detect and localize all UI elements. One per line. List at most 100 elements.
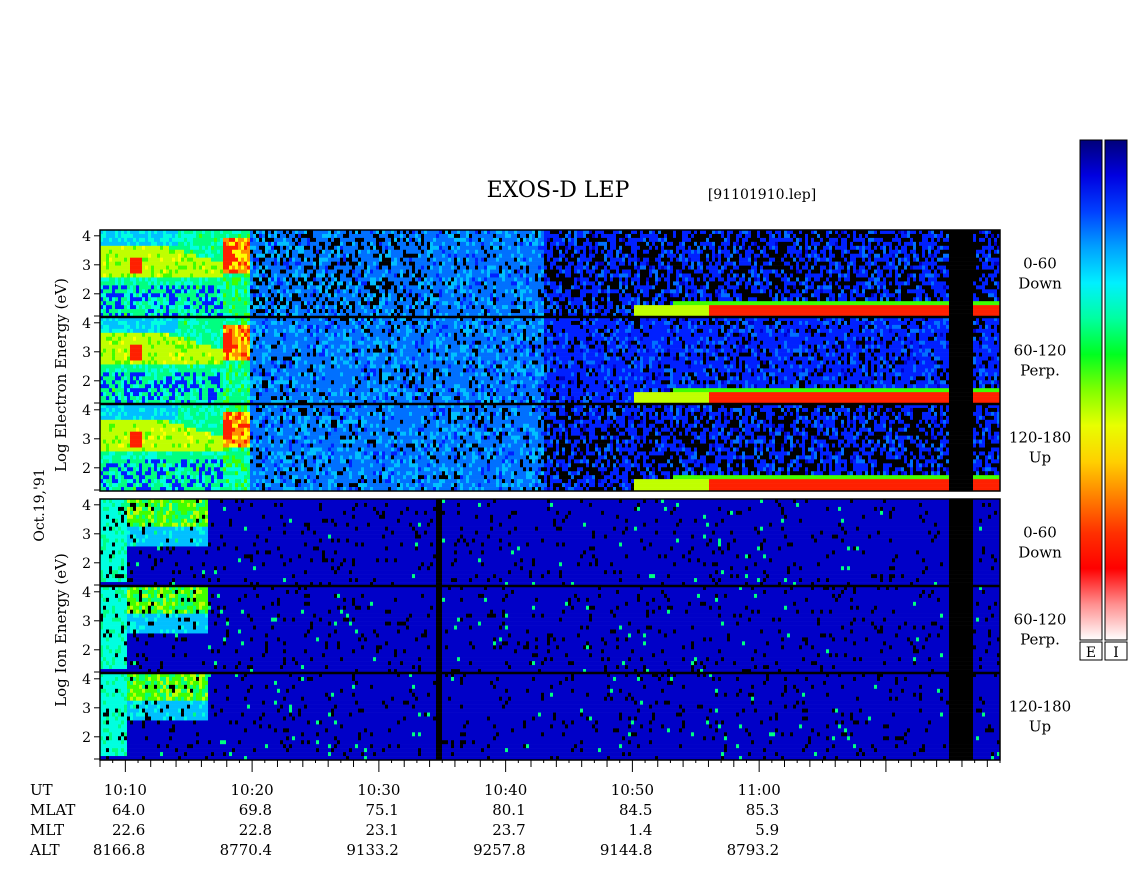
spectrogram-cell (118, 254, 121, 258)
spectrogram-cell (130, 246, 133, 250)
spectrogram-cell (229, 246, 232, 250)
spectrogram-cell (235, 258, 238, 262)
spectrogram-cell (295, 246, 298, 250)
spectrogram-cell (145, 285, 148, 289)
spectrogram-cell (268, 281, 271, 285)
spectrogram-cell (109, 301, 112, 305)
spectrogram-cell (253, 293, 256, 297)
spectrogram-cell (130, 277, 133, 281)
spectrogram-cell (229, 305, 232, 309)
spectrogram-cell (226, 293, 229, 297)
spectrogram-cell (286, 309, 289, 313)
spectrogram-cell (253, 285, 256, 289)
spectrogram-cell (124, 266, 127, 270)
spectrogram-cell (175, 277, 178, 281)
spectrogram-cell (268, 262, 271, 266)
spectrogram-cell (262, 250, 265, 254)
spectrogram-cell (118, 258, 121, 262)
spectrogram-cell (166, 285, 169, 289)
spectrogram-cell (178, 262, 181, 266)
spectrogram-cell (208, 293, 211, 297)
spectrogram-cell (262, 293, 265, 297)
spectrogram-cell (172, 246, 175, 250)
spectrogram-cell (220, 285, 223, 289)
spectrogram-cell (115, 274, 118, 278)
spectrogram-cell (166, 301, 169, 305)
spectrogram-cell (121, 277, 124, 281)
spectrogram-cell (238, 274, 241, 278)
spectrogram-cell (268, 234, 271, 238)
spectrogram-cell (124, 309, 127, 313)
spectrogram-cell (295, 238, 298, 242)
spectrogram-cell (226, 301, 229, 305)
spectrogram-cell (124, 297, 127, 301)
spectrogram-cell (163, 305, 166, 309)
spectrogram-cell (148, 234, 151, 238)
spectrogram-cell (208, 281, 211, 285)
spectrogram-cell (175, 262, 178, 266)
spectrogram-cell (205, 262, 208, 266)
spectrogram-cell (187, 242, 190, 246)
spectrogram-cell (166, 274, 169, 278)
spectrogram-cell (238, 234, 241, 238)
spectrogram-cell (184, 270, 187, 274)
spectrogram-cell (109, 266, 112, 270)
spectrogram-cell (217, 238, 220, 242)
spectrogram-cell (193, 262, 196, 266)
spectrogram-cell (247, 242, 250, 246)
spectrogram-cell (178, 238, 181, 242)
spectrogram-cell (295, 242, 298, 246)
spectrogram-cell (283, 305, 286, 309)
spectrogram-cell (118, 262, 121, 266)
spectrogram-cell (115, 293, 118, 297)
spectrogram-cell (106, 254, 109, 258)
spectrogram-cell (244, 238, 247, 242)
spectrogram-cell (226, 250, 229, 254)
spectrogram-cell (133, 250, 136, 254)
spectrogram-cell (199, 305, 202, 309)
spectrogram-cell (268, 238, 271, 242)
spectrogram-cell (247, 281, 250, 285)
spectrogram-cell (103, 254, 106, 258)
spectrogram-cell (115, 242, 118, 246)
spectrogram-cell (199, 238, 202, 242)
spectrogram-cell (241, 281, 244, 285)
spectrogram-cell (298, 234, 301, 238)
spectrogram-cell (148, 270, 151, 274)
spectrogram-cell (112, 293, 115, 297)
spectrogram-cell (106, 262, 109, 266)
spectrogram-cell (262, 297, 265, 301)
spectrogram-cell (145, 262, 148, 266)
spectrogram-cell (130, 285, 133, 289)
spectrogram-cell (169, 289, 172, 293)
spectrogram-cell (202, 274, 205, 278)
spectrogram-cell (268, 301, 271, 305)
spectrogram-cell (235, 305, 238, 309)
spectrogram-cell (145, 309, 148, 313)
spectrogram-cell (274, 258, 277, 262)
spectrogram-cell (136, 262, 139, 266)
spectrogram-cell (262, 246, 265, 250)
spectrogram-cell (136, 246, 139, 250)
spectrogram-cell (232, 277, 235, 281)
spectrogram-cell (181, 309, 184, 313)
spectrogram-cell (283, 301, 286, 305)
spectrogram-cell (199, 262, 202, 266)
spectrogram-cell (199, 254, 202, 258)
spectrogram-cell (298, 297, 301, 301)
spectrogram-cell (136, 309, 139, 313)
spectrogram-cell (292, 238, 295, 242)
spectrogram-cell (235, 270, 238, 274)
spectrogram-cell (157, 254, 160, 258)
spectrogram-cell (169, 309, 172, 313)
spectrogram-cell (184, 289, 187, 293)
spectrogram-cell (286, 246, 289, 250)
spectrogram-cell (157, 242, 160, 246)
spectrogram-cell (268, 242, 271, 246)
spectrogram-cell (151, 238, 154, 242)
spectrogram-cell (283, 266, 286, 270)
spectrogram-cell (190, 242, 193, 246)
spectrogram-cell (208, 297, 211, 301)
spectrogram-cell (211, 270, 214, 274)
spectrogram-cell (142, 266, 145, 270)
